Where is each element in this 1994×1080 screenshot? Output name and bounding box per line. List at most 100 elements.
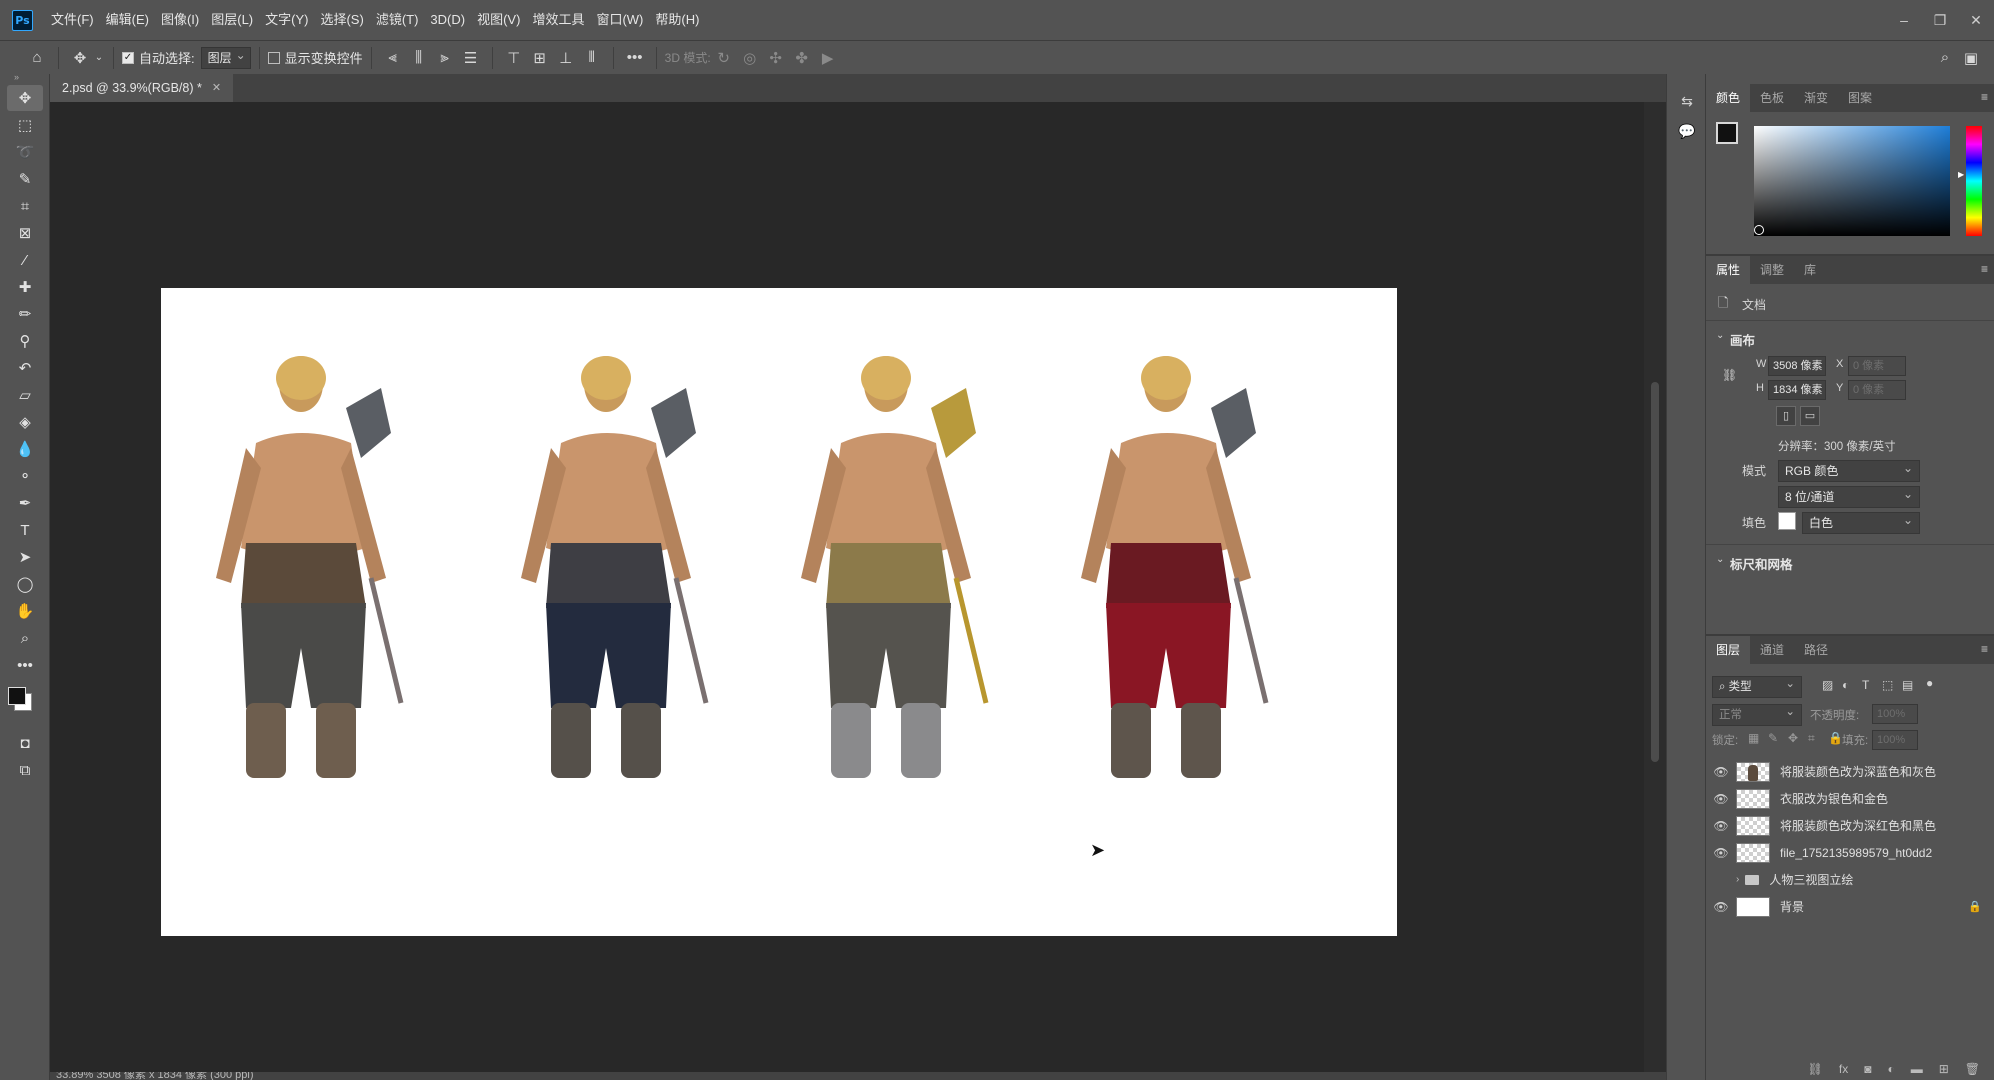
tab-adjustments[interactable]: 调整 [1750,256,1794,284]
tab-color[interactable]: 颜色 [1706,84,1751,112]
color-picker-cursor[interactable] [1754,225,1764,235]
3d-orbit-icon[interactable]: ↻ [711,45,737,71]
y-input[interactable]: 0 像素 [1848,380,1906,400]
comments-panel-icon[interactable]: 💬 [1667,116,1707,146]
filter-smart-icon[interactable]: ▤ [1902,678,1913,692]
path-select-tool-icon[interactable]: ➤ [7,544,43,570]
layer-row[interactable]: 👁 背景 🔒 [1706,893,1982,920]
restore-icon[interactable]: ❐ [1922,0,1958,40]
frame-tool-icon[interactable]: ⊠ [7,220,43,246]
filter-adjustment-icon[interactable]: ◐ [1842,678,1849,692]
home-icon[interactable]: ⌂ [24,45,50,71]
chevron-down-icon[interactable]: ⌄ [93,45,105,71]
hue-pointer-icon[interactable]: ▶ [1958,170,1964,179]
lock-position-icon[interactable]: ✥ [1788,731,1798,745]
quick-mask-icon[interactable]: ◘ [7,730,43,756]
height-input[interactable]: 1834 像素 [1768,380,1826,400]
eye-icon[interactable]: 👁 [1706,792,1736,806]
align-top-icon[interactable]: ⊤ [501,45,527,71]
3d-roll-icon[interactable]: ◎ [737,45,763,71]
move-tool-icon[interactable]: ✥ [7,85,43,111]
dodge-tool-icon[interactable]: ⚬ [7,463,43,489]
show-transform-checkbox[interactable] [267,51,280,64]
document-tab[interactable]: 2.psd @ 33.9%(RGB/8) * ✕ [50,74,234,102]
distribute-v-icon[interactable]: ☰ [458,45,484,71]
workspace-icon[interactable]: ▣ [1958,45,1984,71]
3d-pan-icon[interactable]: ✣ [763,45,789,71]
brush-tool-icon[interactable]: ✏ [7,301,43,327]
pen-tool-icon[interactable]: ✒ [7,490,43,516]
eye-icon[interactable]: 👁 [1706,900,1736,914]
auto-select-target-dropdown[interactable]: 图层 [200,45,251,69]
menu-type[interactable]: 文字(Y) [259,0,314,40]
tab-swatches[interactable]: 色板 [1750,84,1794,112]
x-input[interactable]: 0 像素 [1848,356,1906,376]
ellipse-tool-icon[interactable]: ◯ [7,571,43,597]
crop-tool-icon[interactable]: ⌗ [7,193,43,219]
marquee-tool-icon[interactable]: ⬚ [7,112,43,138]
menu-edit[interactable]: 编辑(E) [100,0,155,40]
eye-hidden-icon[interactable]: 👁 [1706,873,1736,887]
foreground-swatch[interactable] [8,687,26,705]
collapse-toolbar-icon[interactable]: » [0,73,49,84]
adjustment-layer-icon[interactable]: ◐ [1887,1062,1894,1076]
menu-window[interactable]: 窗口(W) [590,0,649,40]
screen-mode-icon[interactable]: ⧉ [7,757,43,783]
3d-camera-icon[interactable]: ▶ [815,45,841,71]
eraser-tool-icon[interactable]: ▱ [7,382,43,408]
panel-menu-icon[interactable]: ≡ [1981,90,1988,104]
layer-filter-dropdown[interactable]: ⌕ 类型 [1712,674,1802,698]
canvas-workspace[interactable]: ➤ [50,102,1644,1072]
close-icon[interactable]: ✕ [1958,0,1994,40]
tab-paths[interactable]: 路径 [1794,636,1838,664]
rulers-grid-section-title[interactable]: 标尺和网格 [1730,554,1793,573]
portrait-orientation-icon[interactable]: ▯ [1776,406,1796,426]
3d-slide-icon[interactable]: ✤ [789,45,815,71]
blend-mode-dropdown[interactable]: 正常 [1712,702,1802,726]
tab-layers[interactable]: 图层 [1706,636,1751,664]
move-tool-preset-icon[interactable]: ✥ [67,45,93,71]
foreground-color-swatch[interactable] [1716,122,1738,144]
lock-pixels-icon[interactable]: ✎ [1768,731,1778,745]
tab-properties[interactable]: 属性 [1706,256,1751,284]
tab-libraries[interactable]: 库 [1794,256,1826,284]
menu-filter[interactable]: 滤镜(T) [370,0,425,40]
panel-menu-icon[interactable]: ≡ [1981,642,1988,656]
clone-stamp-tool-icon[interactable]: ⚲ [7,328,43,354]
layer-row[interactable]: 👁 file_1752135989579_ht0dd2 [1706,839,1982,866]
chevron-right-icon[interactable]: › [1736,874,1739,885]
menu-help[interactable]: 帮助(H) [649,0,705,40]
chevron-down-icon[interactable]: ⌄ [1716,330,1724,341]
lock-transparent-icon[interactable]: ▦ [1748,731,1759,745]
bit-depth-dropdown[interactable]: 8 位/通道 [1778,484,1920,508]
eye-icon[interactable]: 👁 [1706,846,1736,860]
lasso-tool-icon[interactable]: ➰ [7,139,43,165]
hue-slider[interactable] [1966,126,1982,236]
filter-pixel-icon[interactable]: ▨ [1822,678,1833,692]
layer-row[interactable]: 👁 衣服改为银色和金色 [1706,785,1982,812]
quick-select-tool-icon[interactable]: ✎ [7,166,43,192]
minimize-icon[interactable]: – [1886,0,1922,40]
fill-color-swatch[interactable] [1778,512,1796,530]
more-tools-icon[interactable]: ••• [7,652,43,678]
opacity-input[interactable]: 100% [1872,704,1918,724]
vertical-scrollbar[interactable] [1644,102,1666,1072]
align-left-icon[interactable]: ⫷ [380,45,406,71]
zoom-tool-icon[interactable]: ⌕ [7,625,43,651]
menu-file[interactable]: 文件(F) [45,0,100,40]
menu-3d[interactable]: 3D(D) [424,0,471,40]
search-icon[interactable]: ⌕ [1932,45,1958,71]
fx-icon[interactable]: fx [1839,1062,1848,1076]
align-bottom-icon[interactable]: ⊥ [553,45,579,71]
close-icon[interactable]: ✕ [212,74,221,102]
width-input[interactable]: 3508 像素 [1768,356,1826,376]
eyedropper-tool-icon[interactable]: ⁄ [7,247,43,273]
distribute-h-icon[interactable]: ⦀ [579,45,605,71]
saturation-brightness-field[interactable] [1754,126,1950,236]
auto-select-checkbox[interactable]: ✓ [122,51,134,64]
eye-icon[interactable]: 👁 [1706,819,1736,833]
new-group-icon[interactable]: ▬ [1911,1062,1923,1076]
fill-opacity-input[interactable]: 100% [1872,730,1918,750]
filter-shape-icon[interactable]: ⬚ [1882,678,1893,692]
landscape-orientation-icon[interactable]: ▭ [1800,406,1820,426]
